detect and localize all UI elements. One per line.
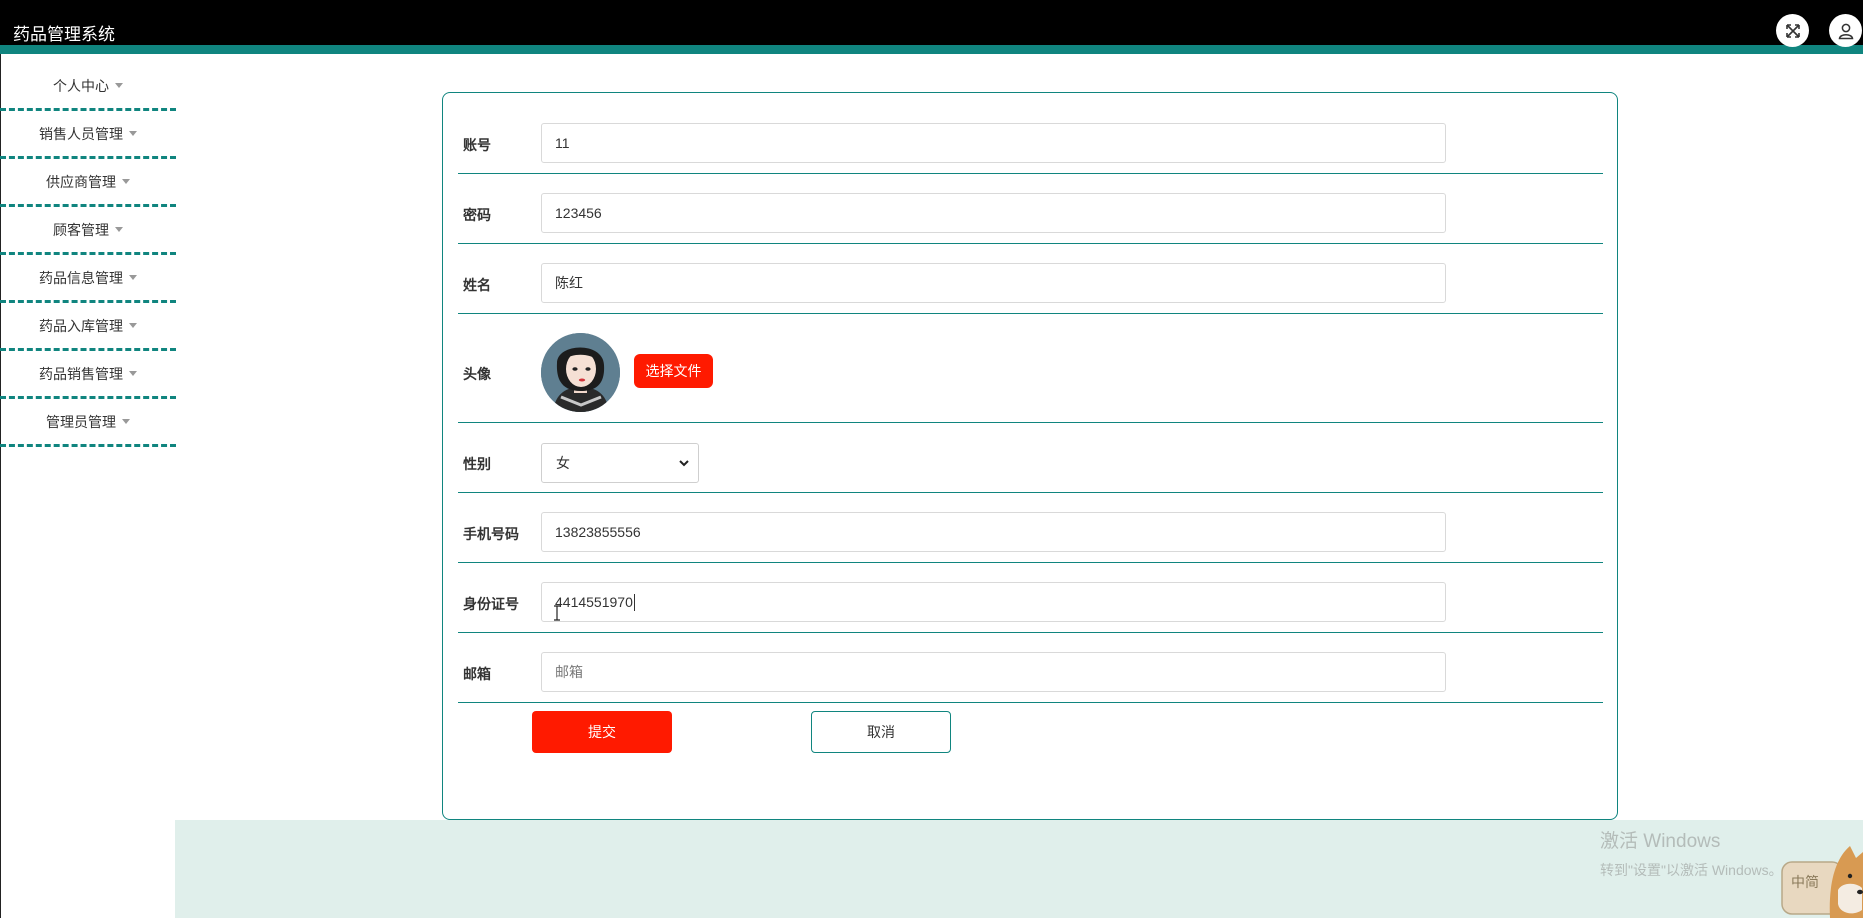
caret-down-icon (129, 371, 137, 376)
ibeam-cursor-icon (554, 605, 560, 621)
avatar-image (541, 333, 620, 412)
form-row-name: 姓名 陈红 (458, 244, 1603, 314)
phone-input[interactable]: 13823855556 (541, 512, 1446, 552)
sidebar-item-drug-info[interactable]: 药品信息管理 (0, 255, 176, 303)
expand-arrows-icon (1785, 23, 1800, 38)
chevron-down-icon (679, 460, 689, 467)
id-number-label: 身份证号 (463, 596, 519, 612)
ime-indicator[interactable]: 中简 (1791, 872, 1819, 892)
windows-activation-watermark: 激活 Windows 转到"设置"以激活 Windows。 (1600, 826, 1783, 880)
sidebar-item-drug-sales[interactable]: 药品销售管理 (0, 351, 176, 399)
name-label: 姓名 (463, 277, 491, 293)
caret-down-icon (115, 227, 123, 232)
top-bar: 药品管理系统 (0, 0, 1863, 54)
edit-form-card: 账号 11 密码 123456 姓名 陈红 头像 选择文件 性别 女 手机号码 … (442, 92, 1618, 820)
choose-file-button[interactable]: 选择文件 (634, 354, 713, 388)
sidebar-item-label: 顾客管理 (53, 221, 109, 238)
sidebar-item-label: 药品销售管理 (39, 365, 123, 382)
gender-selected-value: 女 (556, 455, 570, 471)
app-title: 药品管理系统 (13, 25, 115, 44)
phone-label: 手机号码 (463, 526, 519, 542)
email-label: 邮箱 (463, 666, 491, 682)
sidebar-item-label: 管理员管理 (46, 413, 116, 430)
account-label: 账号 (463, 137, 491, 153)
form-row-id-number: 身份证号 4414551970 (458, 563, 1603, 633)
caret-down-icon (115, 83, 123, 88)
form-row-email: 邮箱 (458, 633, 1603, 703)
sidebar-item-customers[interactable]: 顾客管理 (0, 207, 176, 255)
id-number-value: 4414551970 (555, 594, 633, 610)
account-input[interactable]: 11 (541, 123, 1446, 163)
password-label: 密码 (463, 207, 491, 223)
form-row-password: 密码 123456 (458, 174, 1603, 244)
fullscreen-button[interactable] (1776, 14, 1809, 47)
sidebar-item-admins[interactable]: 管理员管理 (0, 399, 176, 447)
gender-label: 性别 (463, 456, 491, 472)
watermark-title: 激活 Windows (1600, 831, 1721, 852)
form-row-avatar: 头像 选择文件 (458, 314, 1603, 423)
sidebar-item-suppliers[interactable]: 供应商管理 (0, 159, 176, 207)
gender-select[interactable]: 女 (541, 443, 699, 483)
cancel-button[interactable]: 取消 (811, 711, 951, 753)
user-button[interactable] (1829, 14, 1862, 47)
sidebar-item-label: 销售人员管理 (39, 125, 123, 142)
sidebar-item-label: 个人中心 (53, 77, 109, 94)
form-row-account: 账号 11 (458, 93, 1603, 174)
avatar-label: 头像 (463, 366, 491, 382)
sidebar-item-sales-staff[interactable]: 销售人员管理 (0, 111, 176, 159)
sidebar: 个人中心 销售人员管理 供应商管理 顾客管理 药品信息管理 药品入库管理 药品销… (0, 63, 176, 447)
sidebar-item-label: 供应商管理 (46, 173, 116, 190)
caret-down-icon (129, 131, 137, 136)
name-input[interactable]: 陈红 (541, 263, 1446, 303)
caret-down-icon (122, 179, 130, 184)
form-row-phone: 手机号码 13823855556 (458, 493, 1603, 563)
user-icon (1838, 23, 1853, 39)
sidebar-item-label: 药品入库管理 (39, 317, 123, 334)
watermark-subtitle: 转到"设置"以激活 Windows。 (1600, 862, 1783, 878)
sidebar-item-drug-stock-in[interactable]: 药品入库管理 (0, 303, 176, 351)
sidebar-item-label: 药品信息管理 (39, 269, 123, 286)
caret-down-icon (129, 275, 137, 280)
form-row-gender: 性别 女 (458, 423, 1603, 493)
caret-down-icon (122, 419, 130, 424)
caret-down-icon (129, 323, 137, 328)
password-input[interactable]: 123456 (541, 193, 1446, 233)
id-number-input[interactable]: 4414551970 (541, 582, 1446, 622)
submit-button[interactable]: 提交 (532, 711, 672, 753)
email-input[interactable] (541, 652, 1446, 692)
sidebar-item-personal-center[interactable]: 个人中心 (0, 63, 176, 111)
text-caret (633, 593, 635, 611)
